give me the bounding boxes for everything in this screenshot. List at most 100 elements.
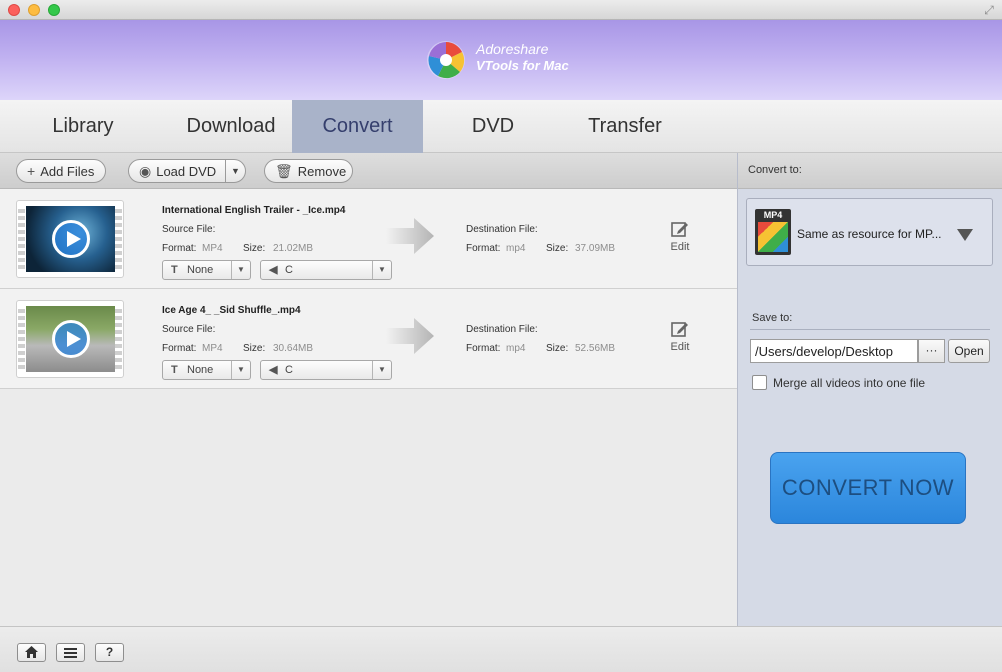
browse-button[interactable]: ··· [918,339,945,363]
merge-videos-option[interactable]: Merge all videos into one file [752,375,926,391]
play-icon[interactable] [52,320,90,358]
list-menu-icon [64,648,77,658]
load-dvd-dropdown-arrow[interactable]: ▼ [225,160,245,182]
edit-label: Edit [670,341,690,353]
brand-name: Adoreshare [476,41,549,57]
video-thumbnail[interactable] [16,300,124,378]
source-size-value: 30.64MB [273,343,314,354]
merge-label: Merge all videos into one file [773,375,926,390]
output-settings-panel: Convert to: MP4 Same as resource for MP.… [737,153,1002,626]
file-list: International English Trailer - _Ice.mp4… [0,189,737,626]
text-icon: T [171,264,178,276]
audio-select[interactable]: ◀ C ▼ [260,360,392,380]
pencil-edit-icon [671,222,688,237]
help-button[interactable]: ? [95,643,124,662]
tab-download[interactable]: Download [166,100,296,153]
audio-select[interactable]: ◀ C ▼ [260,260,392,280]
subtitle-value: None [187,364,214,376]
source-format-value: MP4 [202,343,223,354]
convert-arrow-icon [386,318,434,354]
subtitle-select[interactable]: T None ▼ [162,260,251,280]
subtitle-select[interactable]: T None ▼ [162,360,251,380]
convert-to-label: Convert to: [748,164,802,176]
source-file-label: Source File: [162,224,216,235]
format-art [758,222,788,252]
window-titlebar: ⤢ [0,0,1002,20]
load-dvd-label: Load DVD [156,164,217,179]
file-name: Ice Age 4_ _Sid Shuffle_.mp4 [162,305,301,316]
audio-value: C [285,264,293,276]
thumbnail-frame [26,306,116,372]
save-to-label: Save to: [752,312,793,324]
window-close-button[interactable] [8,4,20,16]
speaker-icon: ◀ [269,364,278,376]
trash-icon: 🗑 [275,163,293,179]
dest-size-value: 52.56MB [575,343,616,354]
dest-format-value: mp4 [506,243,526,254]
film-sprockets [115,206,122,272]
triangle-down-icon[interactable] [957,229,973,241]
menu-button[interactable] [56,643,85,662]
load-dvd-button[interactable]: ◉ Load DVD ▼ [128,159,246,183]
remove-button[interactable]: 🗑 Remove [264,159,353,183]
file-row[interactable]: International English Trailer - _Ice.mp4… [0,189,737,289]
edit-button[interactable]: Edit [664,220,696,253]
audio-value: C [285,364,293,376]
chevron-down-icon: ▼ [231,261,250,279]
add-files-label: Add Files [40,164,95,179]
dest-size-label: Size: [546,343,569,354]
tab-transfer[interactable]: Transfer [560,100,690,153]
dest-size-value: 37.09MB [575,243,616,254]
source-format-label: Format: [162,343,197,354]
file-name: International English Trailer - _Ice.mp4 [162,205,346,216]
source-size-label: Size: [243,243,266,254]
destination-file-label: Destination File: [466,224,538,235]
help-icon: ? [105,645,114,659]
tab-dvd[interactable]: DVD [428,100,558,153]
dest-format-label: Format: [466,343,501,354]
window-zoom-button[interactable] [48,4,60,16]
film-sprockets [115,306,122,372]
app-banner: Adoreshare VTools for Mac [0,20,1002,100]
edit-label: Edit [670,241,690,253]
chevron-down-icon: ▼ [231,361,250,379]
speaker-icon: ◀ [269,264,278,276]
film-sprockets [18,306,25,372]
format-badge: MP4 [763,210,783,220]
window-minimize-button[interactable] [28,4,40,16]
open-folder-button[interactable]: Open [948,339,990,363]
tab-library[interactable]: Library [18,100,148,153]
film-sprockets [18,206,25,272]
subtitle-value: None [187,264,214,276]
tab-convert[interactable]: Convert [292,100,423,153]
brand-title: Adoreshare VTools for Mac [476,41,569,75]
edit-button[interactable]: Edit [664,320,696,353]
main-tabs: Library Download Convert DVD Transfer [0,100,1002,153]
source-size-value: 21.02MB [273,243,314,254]
home-button[interactable] [17,643,46,662]
pencil-edit-icon [671,322,688,337]
save-path-input[interactable] [750,339,918,363]
video-thumbnail[interactable] [16,200,124,278]
file-row[interactable]: Ice Age 4_ _Sid Shuffle_.mp4 Source File… [0,289,737,389]
source-file-label: Source File: [162,324,216,335]
dest-format-value: mp4 [506,343,526,354]
dest-size-label: Size: [546,243,569,254]
disc-add-icon: ◉ [139,163,152,179]
convert-now-button[interactable]: CONVERT NOW [770,452,966,524]
footer-bar: ? [0,626,1002,672]
source-format-value: MP4 [202,243,223,254]
file-toolbar: + Add Files ◉ Load DVD ▼ 🗑 Remove [0,153,737,189]
remove-label: Remove [297,164,347,179]
convert-to-header: Convert to: [738,153,1002,189]
play-icon[interactable] [52,220,90,258]
text-icon: T [171,364,178,376]
fullscreen-arrows-icon[interactable]: ⤢ [982,3,996,17]
output-format-select[interactable]: MP4 Same as resource for MP... [746,198,993,266]
add-files-button[interactable]: + Add Files [16,159,106,183]
divider [750,329,990,330]
convert-arrow-icon [386,218,434,254]
plus-icon: + [27,163,36,179]
merge-checkbox[interactable] [752,375,767,391]
source-size-label: Size: [243,343,266,354]
